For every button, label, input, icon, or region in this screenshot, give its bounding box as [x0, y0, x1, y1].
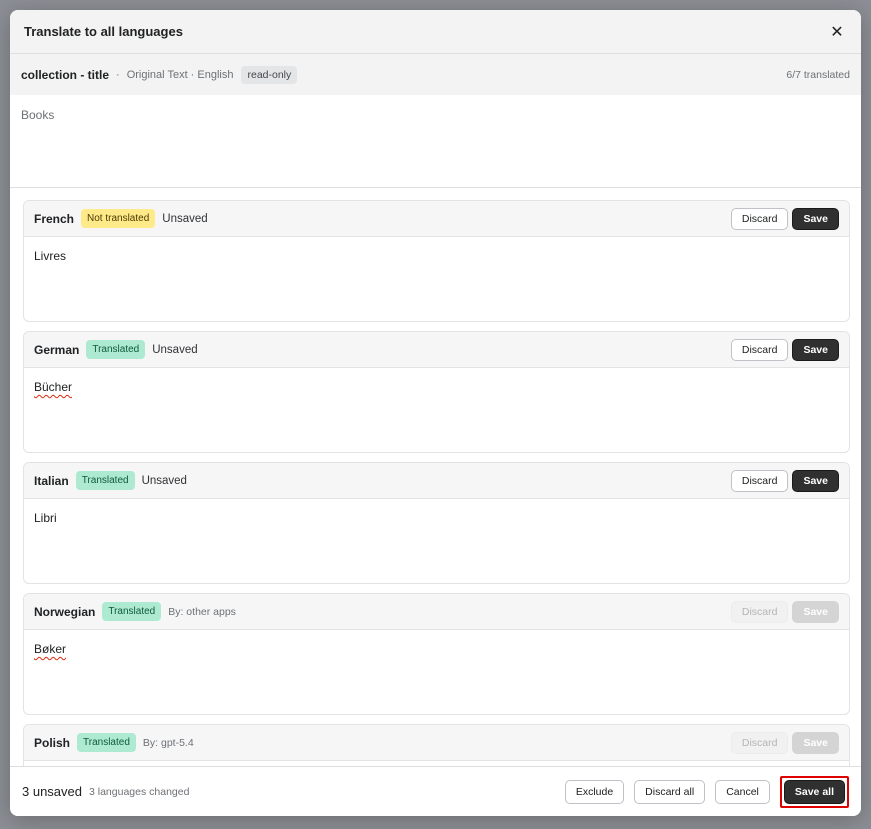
language-name: Norwegian: [34, 604, 96, 619]
language-card-norwegian: Norwegian Translated By: other apps Disc…: [23, 593, 850, 715]
language-meta: By: other apps: [168, 605, 236, 618]
save-button[interactable]: Save: [792, 207, 839, 230]
modal-title: Translate to all languages: [24, 24, 183, 39]
read-only-badge: read-only: [241, 65, 298, 84]
language-card-german: German Translated Unsaved Discard Save B…: [23, 331, 850, 453]
language-meta: By: gpt-5.4: [142, 736, 194, 749]
modal-header: Translate to all languages ✕: [10, 10, 861, 54]
unsaved-count: 3 unsaved: [22, 784, 82, 799]
translated-count: 6/7 translated: [786, 68, 850, 81]
cancel-button[interactable]: Cancel: [715, 779, 770, 804]
original-text-section: collection - title · Original Text · Eng…: [10, 54, 861, 188]
field-key: collection - title: [21, 67, 110, 82]
language-card-header: Polish Translated By: gpt-5.4 Discard Sa…: [24, 725, 849, 761]
language-meta: Unsaved: [152, 343, 198, 356]
save-all-highlight: Save all: [779, 775, 849, 808]
language-name: Polish: [34, 735, 71, 750]
status-badge: Translated: [86, 340, 146, 359]
save-button[interactable]: Save: [792, 469, 839, 492]
save-button[interactable]: Save: [792, 338, 839, 361]
save-button[interactable]: Save: [792, 600, 839, 623]
save-all-button[interactable]: Save all: [783, 779, 845, 804]
language-card-polish: Polish Translated By: gpt-5.4 Discard Sa…: [23, 724, 850, 766]
language-name: French: [34, 211, 75, 226]
languages-changed-text: 3 languages changed: [89, 785, 190, 798]
translation-value: Bücher: [34, 380, 73, 394]
translate-modal: Translate to all languages ✕ collection …: [10, 10, 861, 816]
translation-value: Bøker: [34, 642, 67, 656]
status-badge: Not translated: [81, 209, 156, 228]
discard-button[interactable]: Discard: [730, 338, 789, 361]
exclude-button[interactable]: Exclude: [564, 779, 625, 804]
language-name: Italian: [34, 473, 69, 488]
discard-button[interactable]: Discard: [730, 469, 789, 492]
original-text-value: Books: [21, 108, 55, 122]
language-name: German: [34, 342, 80, 357]
translation-text-field[interactable]: Bøker: [24, 630, 849, 668]
discard-button[interactable]: Discard: [730, 600, 789, 623]
save-button[interactable]: Save: [792, 731, 839, 754]
language-card-header: Norwegian Translated By: other apps Disc…: [24, 594, 849, 630]
translation-text-field[interactable]: Livres: [24, 237, 849, 275]
status-badge: Translated: [77, 733, 136, 752]
original-text-header: collection - title · Original Text · Eng…: [10, 54, 861, 95]
language-card-french: French Not translated Unsaved Discard Sa…: [23, 200, 850, 322]
language-card-italian: Italian Translated Unsaved Discard Save …: [23, 462, 850, 584]
language-card-header: German Translated Unsaved Discard Save: [24, 332, 849, 368]
language-meta: Unsaved: [141, 474, 187, 487]
modal-footer: 3 unsaved 3 languages changed Exclude Di…: [10, 766, 861, 816]
discard-button[interactable]: Discard: [730, 731, 789, 754]
discard-all-button[interactable]: Discard all: [634, 779, 706, 804]
translation-value: Livres: [34, 249, 67, 263]
original-language-label: Original Text · English: [126, 68, 234, 81]
translation-value: Libri: [34, 511, 57, 525]
status-badge: Translated: [75, 471, 135, 490]
translation-text-field[interactable]: Bücher: [24, 368, 849, 406]
language-card-header: Italian Translated Unsaved Discard Save: [24, 463, 849, 499]
separator: ·: [116, 68, 120, 81]
discard-button[interactable]: Discard: [730, 207, 789, 230]
language-card-header: French Not translated Unsaved Discard Sa…: [24, 201, 849, 237]
language-meta: Unsaved: [162, 212, 208, 225]
languages-list[interactable]: French Not translated Unsaved Discard Sa…: [10, 188, 861, 766]
status-badge: Translated: [102, 602, 162, 621]
close-icon[interactable]: ✕: [827, 22, 847, 42]
translation-text-field[interactable]: Libri: [24, 499, 849, 537]
